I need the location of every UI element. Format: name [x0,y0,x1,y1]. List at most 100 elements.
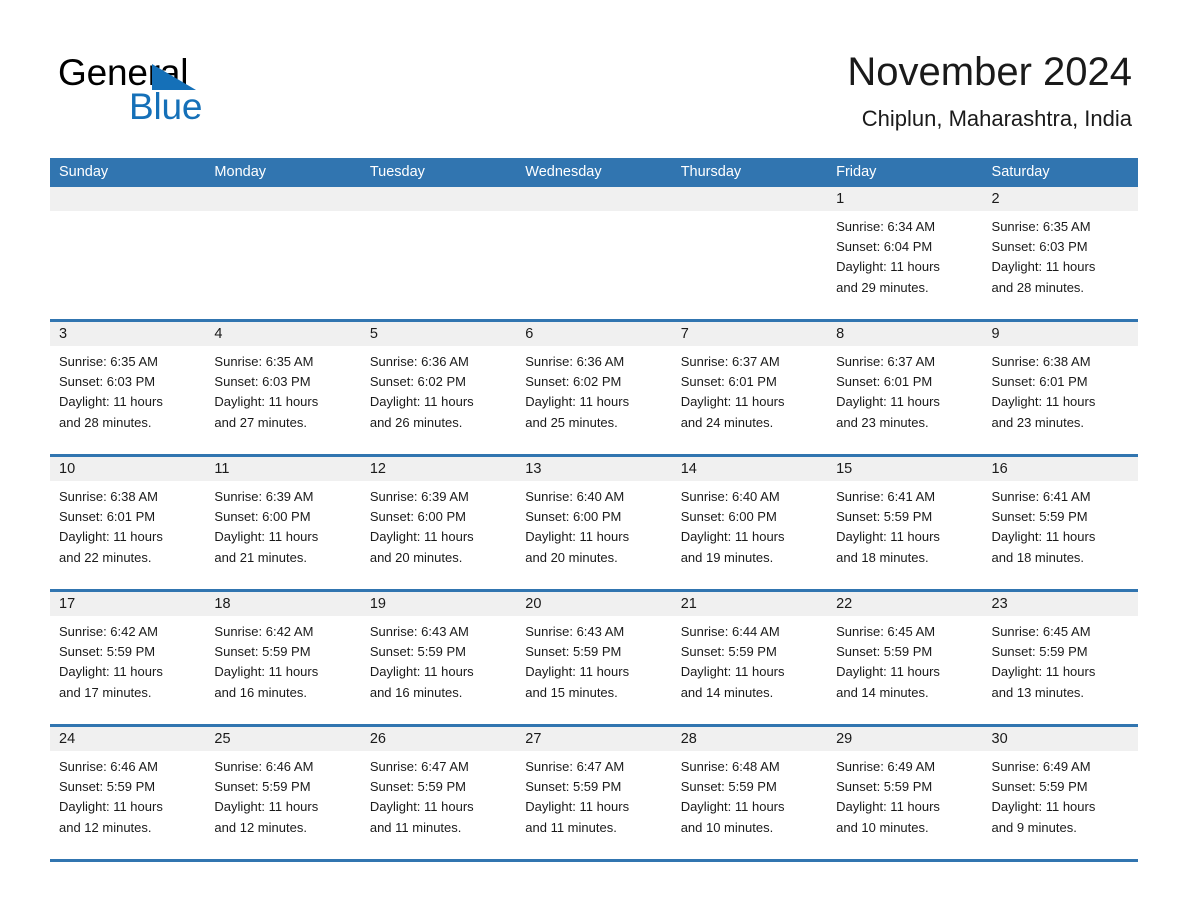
daylight-text-line2: and 12 minutes. [214,819,307,835]
daylight-text-line2: and 23 minutes. [991,414,1085,430]
sunset-text: Sunset: 5:59 PM [525,779,622,795]
day-number: 16 [982,457,1138,481]
daylight-text-line1: Daylight: 11 hours [836,394,940,410]
daylight-text-line1: Daylight: 11 hours [525,529,630,545]
daylight-text-line1: Daylight: 11 hours [369,799,474,815]
day-cell[interactable]: 17 Sunrise: 6:42 AM Sunset: 5:59 PM Dayligh… [50,592,206,724]
weekday-header-sunday: Sunday [59,164,109,180]
generalblue-logo[interactable]: General Blue [58,52,398,130]
location-subtitle: Chiplun, Maharashtra, India [861,106,1132,131]
day-cell[interactable]: 1 Sunrise: 6:34 AM Sunset: 6:04 PM Daylight… [827,187,983,319]
sunrise-text: Sunrise: 6:34 AM [836,219,936,234]
daylight-text-line2: and 12 minutes. [59,819,152,835]
day-sun-info: Sunrise: 6:46 AM Sunset: 5:59 PM Daylight:… [205,751,360,838]
sunset-text: Sunset: 5:59 PM [525,644,622,660]
day-cell[interactable]: 21 Sunrise: 6:44 AM Sunset: 5:59 PM Dayligh… [671,592,828,724]
day-sun-info: Sunrise: 6:37 AM Sunset: 6:01 PM Daylight:… [672,346,827,433]
sunrise-text: Sunrise: 6:48 AM [680,759,780,774]
week-cells: 17 Sunrise: 6:42 AM Sunset: 5:59 PM Dayligh… [50,592,1138,724]
daylight-text-line2: and 19 minutes. [680,549,774,565]
day-sun-info: Sunrise: 6:42 AM Sunset: 5:59 PM Daylight:… [50,616,205,703]
day-cell[interactable]: 29 Sunrise: 6:49 AM Sunset: 5:59 PM Dayligh… [827,727,983,859]
day-cell[interactable]: 28 Sunrise: 6:48 AM Sunset: 5:59 PM Dayligh… [671,727,828,859]
daylight-text-line1: Daylight: 11 hours [991,394,1096,410]
day-cell[interactable]: 13 Sunrise: 6:40 AM Sunset: 6:00 PM Dayligh… [516,457,672,589]
day-number: 14 [671,457,828,481]
day-number: 22 [827,592,983,616]
sunset-text: Sunset: 6:03 PM [991,239,1088,255]
sunset-text: Sunset: 6:02 PM [369,374,466,390]
day-cell[interactable]: 26 Sunrise: 6:47 AM Sunset: 5:59 PM Dayligh… [360,727,517,859]
daylight-text-line1: Daylight: 11 hours [525,799,630,815]
day-sun-info: Sunrise: 6:38 AM Sunset: 6:01 PM Daylight:… [50,481,205,568]
sunset-text: Sunset: 6:01 PM [59,509,156,525]
day-cell[interactable]: 6 Sunrise: 6:36 AM Sunset: 6:02 PM Daylight… [516,322,672,454]
day-cell[interactable]: 25 Sunrise: 6:46 AM Sunset: 5:59 PM Dayligh… [205,727,361,859]
daylight-text-line2: and 28 minutes. [59,414,152,430]
day-sun-info: Sunrise: 6:36 AM Sunset: 6:02 PM Daylight:… [516,346,671,433]
day-number: 26 [360,727,517,751]
daylight-text-line1: Daylight: 11 hours [525,394,630,410]
day-cell[interactable]: 14 Sunrise: 6:40 AM Sunset: 6:00 PM Dayligh… [671,457,828,589]
day-cell[interactable]: 19 Sunrise: 6:43 AM Sunset: 5:59 PM Dayligh… [360,592,517,724]
day-cell[interactable]: 27 Sunrise: 6:47 AM Sunset: 5:59 PM Dayligh… [516,727,672,859]
sunset-text: Sunset: 5:59 PM [991,779,1088,795]
daylight-text-line2: and 15 minutes. [525,684,618,700]
sunrise-text: Sunrise: 6:40 AM [525,489,625,504]
daylight-text-line2: and 22 minutes. [59,549,152,565]
weekday-header-row: Sunday Monday Tuesday Wednesday Thursday… [50,158,1138,187]
sunset-text: Sunset: 6:01 PM [991,374,1088,390]
sunrise-text: Sunrise: 6:41 AM [836,489,936,504]
day-sun-info: Sunrise: 6:42 AM Sunset: 5:59 PM Daylight:… [205,616,360,703]
weekday-header-saturday: Saturday [991,164,1050,180]
calendar-week-row: 17 Sunrise: 6:42 AM Sunset: 5:59 PM Dayligh… [50,589,1138,724]
sunset-text: Sunset: 5:59 PM [59,644,156,660]
day-cell[interactable]: 7 Sunrise: 6:37 AM Sunset: 6:01 PM Daylight… [671,322,828,454]
daylight-text-line1: Daylight: 11 hours [836,799,940,815]
day-cell[interactable]: 18 Sunrise: 6:42 AM Sunset: 5:59 PM Dayligh… [205,592,361,724]
daylight-text-line2: and 20 minutes. [369,549,463,565]
day-sun-info: Sunrise: 6:47 AM Sunset: 5:59 PM Daylight:… [361,751,516,838]
day-cell-empty [516,187,672,319]
day-cell[interactable]: 3 Sunrise: 6:35 AM Sunset: 6:03 PM Daylight… [50,322,206,454]
day-number: 5 [360,322,517,346]
day-sun-info: Sunrise: 6:43 AM Sunset: 5:59 PM Daylight:… [516,616,671,703]
day-sun-info: Sunrise: 6:39 AM Sunset: 6:00 PM Daylight:… [205,481,360,568]
day-cell[interactable]: 9 Sunrise: 6:38 AM Sunset: 6:01 PM Daylight… [982,322,1138,454]
day-sun-info: Sunrise: 6:35 AM Sunset: 6:03 PM Daylight:… [50,346,205,433]
day-number: 28 [671,727,828,751]
day-cell[interactable]: 11 Sunrise: 6:39 AM Sunset: 6:00 PM Dayligh… [205,457,361,589]
sunrise-text: Sunrise: 6:45 AM [836,624,936,639]
day-sun-info: Sunrise: 6:39 AM Sunset: 6:00 PM Daylight:… [361,481,516,568]
daylight-text-line2: and 24 minutes. [680,414,774,430]
calendar-bottom-rule [50,859,1138,862]
daylight-text-line1: Daylight: 11 hours [836,664,940,680]
calendar-grid: Sunday Monday Tuesday Wednesday Thursday… [50,158,1138,862]
day-cell[interactable]: 20 Sunrise: 6:43 AM Sunset: 5:59 PM Dayligh… [516,592,672,724]
day-number: 18 [205,592,361,616]
day-number: 11 [205,457,361,481]
page-title: November 2024 [847,50,1132,94]
day-cell[interactable]: 30 Sunrise: 6:49 AM Sunset: 5:59 PM Dayligh… [982,727,1138,859]
weekday-header-tuesday: Tuesday [369,164,425,180]
sunset-text: Sunset: 5:59 PM [991,509,1088,525]
day-cell[interactable]: 4 Sunrise: 6:35 AM Sunset: 6:03 PM Daylight… [205,322,361,454]
day-cell[interactable]: 10 Sunrise: 6:38 AM Sunset: 6:01 PM Dayligh… [50,457,206,589]
day-cell[interactable]: 2 Sunrise: 6:35 AM Sunset: 6:03 PM Daylight… [982,187,1138,319]
day-cell[interactable]: 5 Sunrise: 6:36 AM Sunset: 6:02 PM Daylight… [360,322,517,454]
sunset-text: Sunset: 6:00 PM [214,509,311,525]
sunrise-text: Sunrise: 6:36 AM [369,354,469,369]
day-cell[interactable]: 15 Sunrise: 6:41 AM Sunset: 5:59 PM Dayligh… [827,457,983,589]
day-cell[interactable]: 24 Sunrise: 6:46 AM Sunset: 5:59 PM Dayligh… [50,727,206,859]
day-cell[interactable]: 23 Sunrise: 6:45 AM Sunset: 5:59 PM Dayligh… [982,592,1138,724]
day-cell-empty [205,187,361,319]
sunset-text: Sunset: 6:00 PM [525,509,622,525]
day-cell[interactable]: 16 Sunrise: 6:41 AM Sunset: 5:59 PM Dayligh… [982,457,1138,589]
sunset-text: Sunset: 6:04 PM [836,239,933,255]
sunset-text: Sunset: 5:59 PM [680,779,777,795]
daylight-text-line2: and 18 minutes. [991,549,1085,565]
day-cell[interactable]: 22 Sunrise: 6:45 AM Sunset: 5:59 PM Dayligh… [827,592,983,724]
day-cell[interactable]: 12 Sunrise: 6:39 AM Sunset: 6:00 PM Dayligh… [360,457,517,589]
daylight-text-line1: Daylight: 11 hours [680,664,785,680]
day-cell[interactable]: 8 Sunrise: 6:37 AM Sunset: 6:01 PM Daylight… [827,322,983,454]
